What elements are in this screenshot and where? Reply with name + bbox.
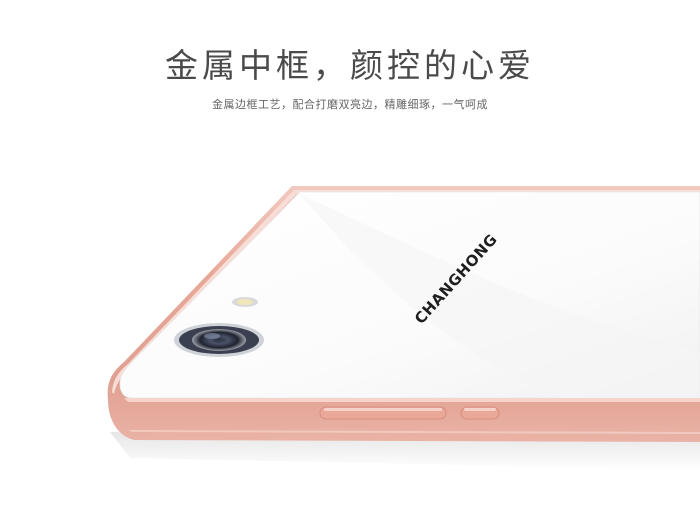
flash-inner <box>237 299 253 305</box>
subline: 金属边框工艺，配合打磨双亮边，精雕细琢，一气呵成 <box>212 98 488 111</box>
power-button-highlight <box>464 408 496 411</box>
headline: 金属中框，颜控的心爱 <box>165 46 535 85</box>
product-banner: 金属中框，颜控的心爱 金属边框工艺，配合打磨双亮边，精雕细琢，一气呵成 CHAN… <box>0 0 700 518</box>
camera-lens-glint <box>204 333 220 339</box>
phone-illustration <box>107 186 700 470</box>
camera-lens <box>192 329 246 351</box>
frame-bottom-edge <box>124 398 700 402</box>
volume-button-highlight <box>324 408 442 411</box>
